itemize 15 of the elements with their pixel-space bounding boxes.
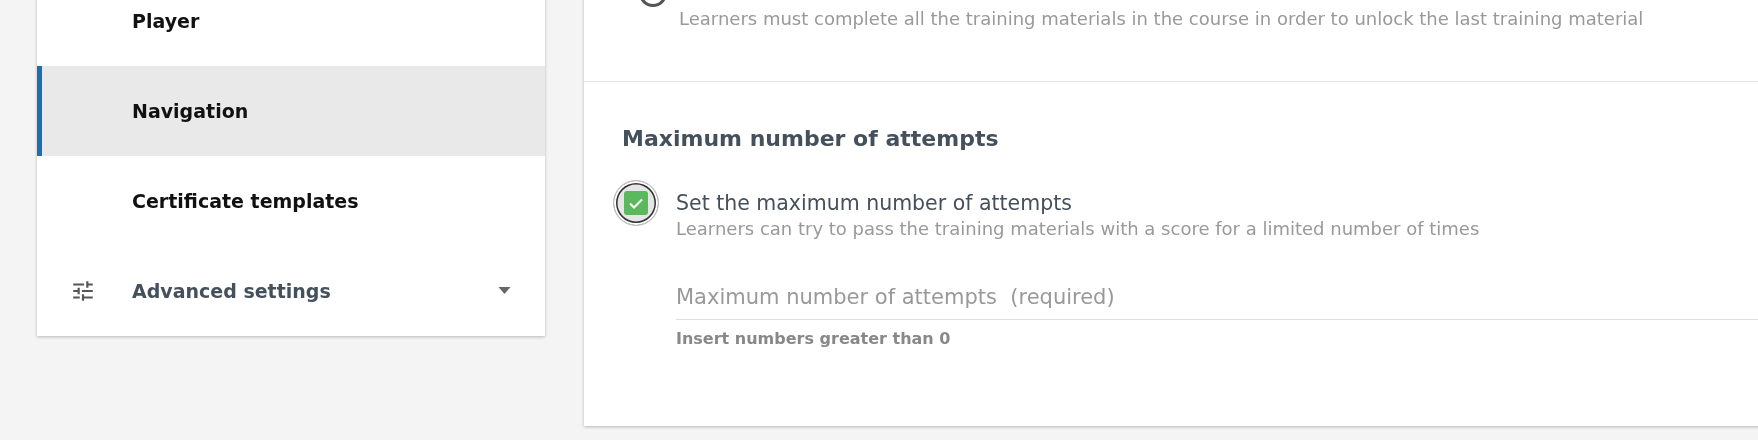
sliders-icon bbox=[70, 278, 96, 304]
sidebar-item[interactable]: Navigation bbox=[37, 66, 545, 156]
option-description: Learners must complete all the training materials in the course in order to unlock the last training material bbox=[679, 8, 1644, 29]
helper-text: Insert numbers greater than 0 bbox=[676, 329, 952, 348]
caret-icon bbox=[498, 287, 511, 295]
checkmark-icon bbox=[624, 191, 648, 215]
checkbox[interactable] bbox=[613, 180, 659, 226]
sidebar-item[interactable]: Certificate templates bbox=[37, 156, 545, 246]
sidebar-item[interactable]: Player bbox=[37, 0, 545, 66]
sidebar-group-item[interactable]: Advanced settings bbox=[37, 246, 545, 336]
option-label: Set the maximum number of attempts bbox=[676, 191, 1073, 215]
input-field[interactable]: Maximum number of attempts (required) bbox=[676, 279, 1758, 320]
option-description: Learners can try to pass the training materials with a score for a limited number of times bbox=[676, 218, 1480, 239]
section-title: Maximum number of attempts bbox=[622, 126, 1000, 151]
sidebar-group-label: Advanced settings bbox=[132, 280, 332, 302]
